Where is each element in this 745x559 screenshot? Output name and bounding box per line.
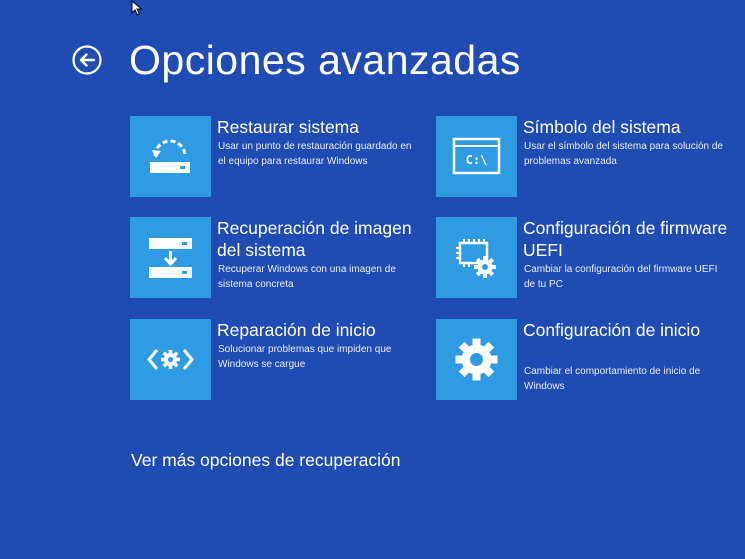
option-tile [130,319,211,400]
back-arrow-icon[interactable] [71,44,103,76]
option-title: Restaurar sistema [217,117,359,137]
option-title: Recuperación de imagen del sistema [217,218,412,260]
option-tile [436,217,517,298]
option-system-image-recovery[interactable]: Recuperación de imagen del sistema Recup… [130,217,430,299]
startup-repair-icon [147,349,194,370]
option-tile [436,319,517,400]
option-description: Cambiar la configuración del firmware UE… [524,264,718,290]
cmd-prompt-text: C:\ [466,153,488,167]
option-tile [130,217,211,298]
option-tile: C:\ [436,116,517,197]
command-prompt-icon: C:\ [452,137,501,175]
system-restore-icon [150,139,190,173]
option-description: Cambiar el comportamiento de inicio de W… [524,366,701,392]
option-title: Configuración de firmware UEFI [523,218,728,260]
option-command-prompt[interactable]: C:\ Símbolo del sistema Usar el símbolo … [436,116,736,198]
option-uefi-firmware[interactable]: Configuración de firmware UEFI Cambiar l… [436,217,736,299]
option-startup-settings[interactable]: Configuración de inicio Cambiar el compo… [436,319,736,401]
mouse-cursor-icon [131,0,143,16]
option-system-restore[interactable]: Restaurar sistema Usar un punto de resta… [130,116,430,198]
page-title: Opciones avanzadas [129,37,521,83]
startup-settings-icon [455,338,498,381]
option-title: Configuración de inicio [523,320,701,340]
option-title: Símbolo del sistema [523,117,681,137]
option-description: Recuperar Windows con una imagen de sist… [218,264,396,290]
option-startup-repair[interactable]: Reparación de inicio Solucionar problema… [130,319,430,401]
option-title: Reparación de inicio [217,320,376,340]
option-tile [130,116,211,197]
system-image-recovery-icon [149,238,192,278]
option-description: Usar un punto de restauración guardado e… [218,141,412,167]
option-description: Solucionar problemas que impiden que Win… [218,344,392,370]
more-recovery-options-link[interactable]: Ver más opciones de recuperación [131,448,400,472]
uefi-firmware-icon [456,239,496,278]
option-description: Usar el símbolo del sistema para solució… [524,141,723,167]
